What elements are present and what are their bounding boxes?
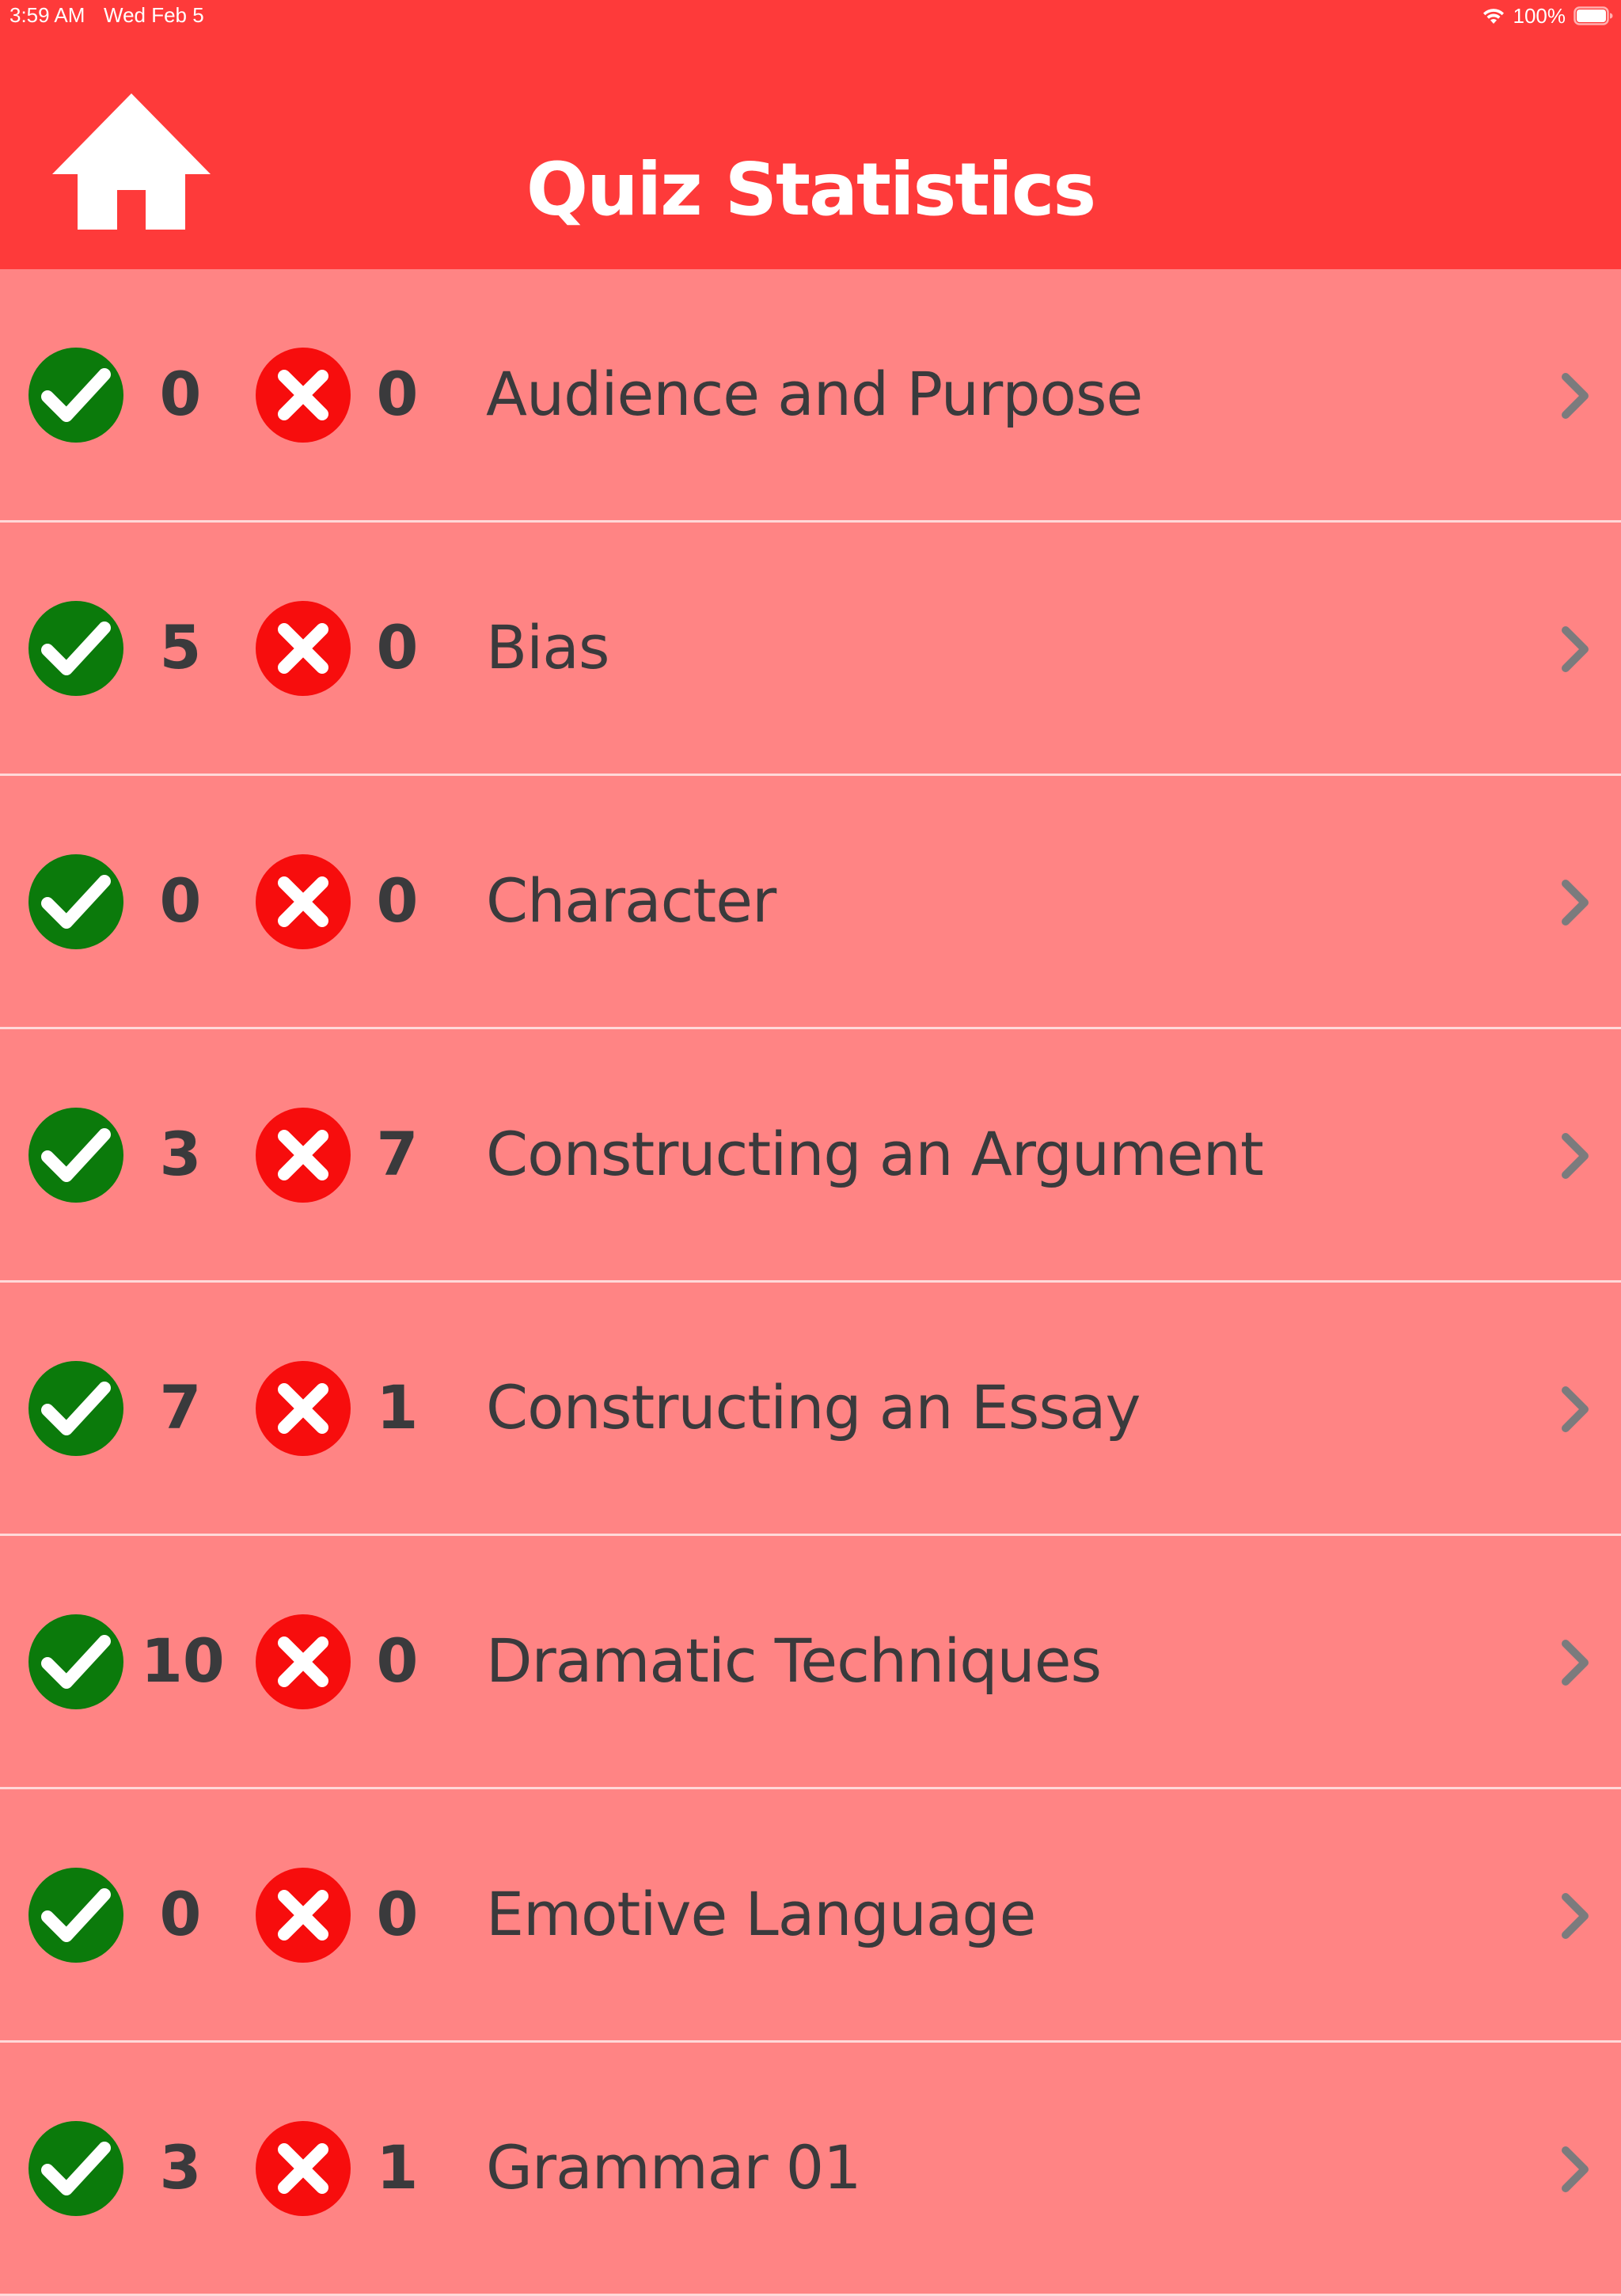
chevron-right-icon (1558, 372, 1593, 420)
correct-count: 0 (159, 359, 202, 429)
checkmark-icon (28, 348, 123, 443)
chevron-right-icon (1558, 2146, 1593, 2193)
status-time: 3:59 AM (9, 3, 85, 27)
topic-row[interactable]: 3 7 Constructing an Argument (0, 1029, 1621, 1283)
chevron-right-icon (1558, 1386, 1593, 1433)
wrong-count: 1 (376, 1372, 419, 1443)
checkmark-icon (28, 1361, 123, 1456)
checkmark-icon (28, 1868, 123, 1963)
topic-row[interactable]: 10 0 Dramatic Techniques (0, 1536, 1621, 1789)
chevron-right-icon (1558, 1132, 1593, 1180)
wrong-count: 0 (376, 359, 419, 429)
wrong-count: 0 (376, 1879, 419, 1949)
battery-icon (1574, 6, 1613, 25)
wrong-count: 1 (376, 2132, 419, 2203)
correct-count: 3 (159, 1119, 202, 1189)
correct-count: 3 (159, 2132, 202, 2203)
correct-count: 0 (159, 1879, 202, 1949)
chevron-right-icon (1558, 1639, 1593, 1686)
page-title: Quiz Statistics (526, 147, 1096, 232)
wifi-icon (1482, 6, 1505, 25)
topic-row[interactable]: 0 0 Audience and Purpose (0, 269, 1621, 523)
status-indicators: 100% (1482, 2, 1614, 30)
topic-name: Dramatic Techniques (486, 1625, 1102, 1696)
topic-name: Constructing an Argument (486, 1119, 1264, 1189)
checkmark-icon (28, 2121, 123, 2216)
correct-count: 10 (141, 1625, 225, 1696)
correct-count: 0 (159, 865, 202, 936)
cross-icon (256, 2121, 351, 2216)
wrong-count: 0 (376, 865, 419, 936)
cross-icon (256, 1868, 351, 1963)
cross-icon (256, 601, 351, 696)
topic-name: Audience and Purpose (486, 359, 1143, 429)
battery-percentage: 100% (1513, 3, 1566, 28)
topic-name: Character (486, 865, 776, 936)
cross-icon (256, 348, 351, 443)
topic-name: Emotive Language (486, 1879, 1036, 1949)
cross-icon (256, 854, 351, 949)
wrong-count: 0 (376, 1625, 419, 1696)
wrong-count: 7 (376, 1119, 419, 1189)
chevron-right-icon (1558, 1892, 1593, 1940)
checkmark-icon (28, 854, 123, 949)
checkmark-icon (28, 1108, 123, 1203)
topic-name: Bias (486, 612, 609, 682)
topic-row[interactable]: 5 0 Bias (0, 523, 1621, 776)
topic-list: 0 0 Audience and Purpose 5 0 Bias 0 0 Ch… (0, 269, 1621, 2296)
topic-row[interactable]: 7 1 Constructing an Essay (0, 1283, 1621, 1536)
topic-name: Grammar 01 (486, 2132, 861, 2203)
navigation-bar: 3:59 AM Wed Feb 5 100% Quiz Statistics (0, 0, 1621, 269)
cross-icon (256, 1108, 351, 1203)
checkmark-icon (28, 601, 123, 696)
correct-count: 5 (159, 612, 202, 682)
topic-row[interactable]: 0 0 Emotive Language (0, 1789, 1621, 2043)
wrong-count: 0 (376, 612, 419, 682)
topic-row[interactable]: 3 1 Grammar 01 (0, 2043, 1621, 2296)
cross-icon (256, 1614, 351, 1709)
checkmark-icon (28, 1614, 123, 1709)
cross-icon (256, 1361, 351, 1456)
topic-row[interactable]: 0 0 Character (0, 776, 1621, 1029)
chevron-right-icon (1558, 625, 1593, 673)
topic-name: Constructing an Essay (486, 1372, 1141, 1443)
correct-count: 7 (159, 1372, 202, 1443)
status-date: Wed Feb 5 (104, 3, 204, 27)
chevron-right-icon (1558, 879, 1593, 926)
